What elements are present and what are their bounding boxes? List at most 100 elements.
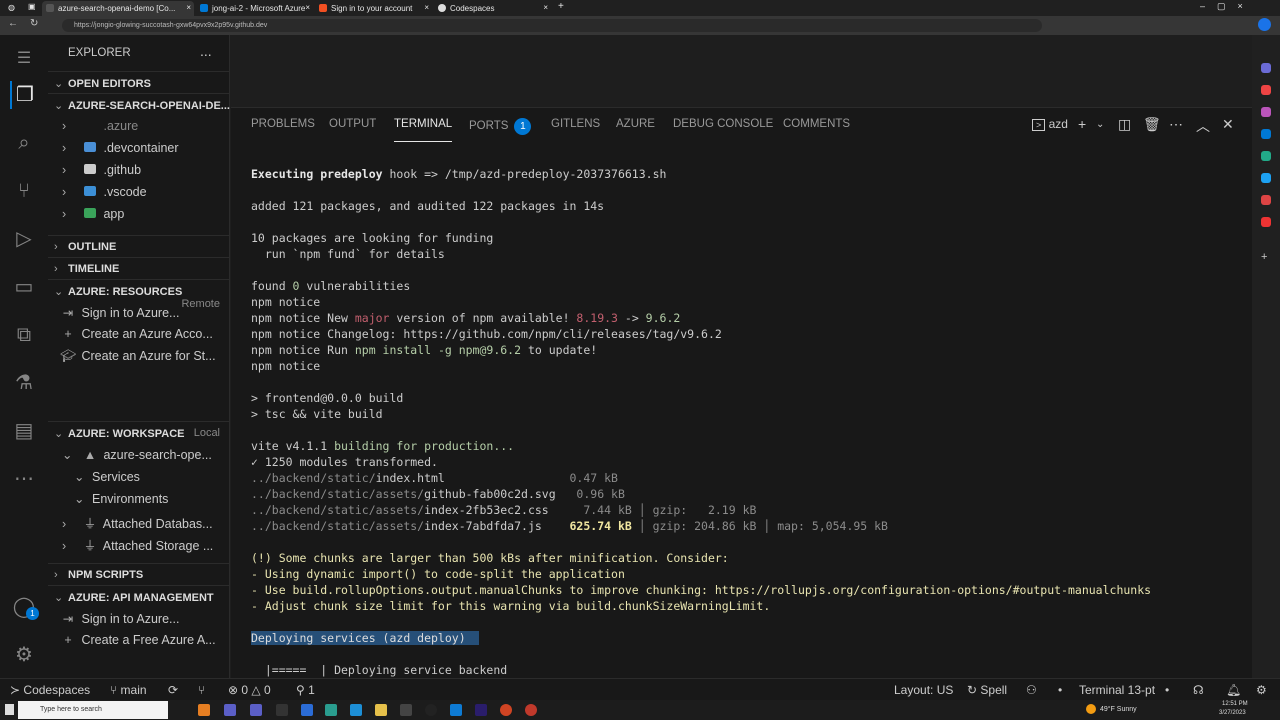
section-outline[interactable]: › OUTLINE: [48, 235, 230, 257]
terminal-app-icon[interactable]: [400, 704, 412, 716]
window-controls[interactable]: –▢×: [1200, 1, 1255, 12]
spell-indicator[interactable]: ↻ Spell: [967, 683, 1007, 697]
browser-tab[interactable]: Sign in to your account ×: [315, 1, 432, 16]
more-actions-icon[interactable]: ⋯: [1169, 116, 1183, 133]
settings-gear-icon[interactable]: ⚙: [1256, 683, 1267, 697]
remote-explorer-icon[interactable]: ▭: [10, 273, 38, 301]
workspaces-icon[interactable]: ◍: [8, 3, 15, 12]
section-azure-workspace[interactable]: ⌄ AZURE: WORKSPACE Local: [48, 421, 230, 443]
split-terminal-icon[interactable]: ◫: [1118, 116, 1131, 133]
clock-time[interactable]: 12:51 PM: [1222, 701, 1248, 707]
app-icon[interactable]: [276, 704, 288, 716]
attached-databases[interactable]: › ⏚ Attached Databas...: [62, 509, 213, 531]
tab-problems[interactable]: PROBLEMS: [251, 118, 315, 142]
trash-icon[interactable]: 🗑︎: [1143, 116, 1161, 133]
new-tab-icon[interactable]: +: [558, 1, 564, 12]
browser-tab[interactable]: azure-search-openai-demo [Co... ×: [42, 1, 194, 16]
extensions-icon[interactable]: ⧉: [10, 321, 38, 349]
workspace-environments[interactable]: ⌄ Environments: [74, 487, 168, 509]
attached-storage[interactable]: › ⏚ Attached Storage ...: [62, 531, 213, 553]
keyboard-layout[interactable]: Layout: US: [894, 683, 953, 697]
tab-output[interactable]: OUTPUT: [329, 118, 376, 142]
section-project[interactable]: ⌄ AZURE-SEARCH-OPENAI-DE...: [48, 93, 230, 115]
more-icon[interactable]: ⋯: [10, 465, 38, 493]
more-actions-button[interactable]: ...: [200, 43, 212, 59]
edge-sidebar-icon[interactable]: [1261, 195, 1271, 205]
apim-sign-in-item[interactable]: ⇥ Sign in to Azure...: [58, 607, 180, 629]
apim-create-account-item[interactable]: + Create a Free Azure A...: [58, 629, 215, 651]
clock-date[interactable]: 3/27/2023: [1219, 710, 1246, 716]
sync-icon[interactable]: ⟳: [168, 683, 178, 697]
tab-ports[interactable]: PORTS 1: [469, 118, 532, 142]
close-panel-icon[interactable]: ✕: [1222, 116, 1234, 133]
search-icon[interactable]: ⌕: [10, 129, 38, 157]
section-open-editors[interactable]: ⌄ OPEN EDITORS: [48, 71, 230, 93]
edge-sidebar-icon[interactable]: [1261, 217, 1271, 227]
tab-comments[interactable]: COMMENTS: [783, 118, 850, 142]
branch-indicator[interactable]: ⑂ main: [110, 683, 147, 697]
ports-indicator[interactable]: ⚲ 1: [296, 683, 315, 697]
word-icon[interactable]: [301, 704, 313, 716]
github-icon[interactable]: [425, 704, 437, 716]
close-tab-icon[interactable]: ×: [543, 3, 548, 12]
workspace-root[interactable]: ⌄ ▲ azure-search-ope...: [62, 443, 212, 465]
tab-azure[interactable]: AZURE: [616, 118, 655, 142]
edge-sidebar-icon[interactable]: [1261, 129, 1271, 139]
edge-sidebar-icon[interactable]: [1261, 63, 1271, 73]
add-icon[interactable]: +: [1261, 251, 1267, 263]
section-timeline[interactable]: › TIMELINE: [48, 257, 230, 279]
accounts-icon[interactable]: ◯ 1: [10, 593, 39, 621]
premiere-icon[interactable]: [475, 704, 487, 716]
browser-tab[interactable]: Codespaces ×: [434, 1, 551, 16]
edge-sidebar-icon[interactable]: [1261, 85, 1271, 95]
close-tab-icon[interactable]: ×: [424, 3, 429, 12]
feedback-icon[interactable]: ☊: [1193, 683, 1204, 697]
menu-icon[interactable]: ☰: [10, 45, 38, 73]
taskbar-search[interactable]: Type here to search: [18, 701, 168, 719]
terminal-selector[interactable]: > azd: [1032, 117, 1068, 131]
notifications-icon[interactable]: 🔔︎: [1226, 683, 1241, 697]
section-api-management[interactable]: ⌄ AZURE: API MANAGEMENT: [48, 585, 230, 607]
section-npm-scripts[interactable]: › NPM SCRIPTS: [48, 563, 230, 585]
sign-in-azure-item[interactable]: ⇥ Sign in to Azure...: [58, 301, 180, 323]
create-azure-students-item[interactable]: 🎓︎ Create an Azure for St...: [58, 345, 216, 367]
create-azure-account-item[interactable]: + Create an Azure Acco...: [58, 323, 212, 345]
explorer-icon[interactable]: ❐: [10, 81, 38, 109]
git-graph-icon[interactable]: ⑂: [198, 683, 205, 697]
url-field[interactable]: https://jongio-glowing-succotash-gxw64pv…: [62, 19, 1042, 32]
testing-icon[interactable]: ⚗: [10, 369, 38, 397]
tab-debug-console[interactable]: DEBUG CONSOLE: [673, 118, 773, 142]
windows-start-icon[interactable]: [5, 704, 14, 715]
source-control-icon[interactable]: ⑂: [10, 177, 38, 205]
new-terminal-icon[interactable]: +: [1078, 116, 1086, 132]
file-tree-item[interactable]: › .devcontainer: [62, 137, 179, 159]
file-tree-item[interactable]: › app: [62, 203, 124, 225]
section-azure-resources[interactable]: ⌄ AZURE: RESOURCES Remote: [48, 279, 230, 310]
app-icon[interactable]: [525, 704, 537, 716]
close-tab-icon[interactable]: ×: [186, 3, 191, 12]
terminal-output[interactable]: Executing predeploy hook => /tmp/azd-pre…: [251, 166, 1151, 678]
weather-label[interactable]: 49°F Sunny: [1100, 706, 1137, 713]
tab-terminal[interactable]: TERMINAL: [394, 118, 453, 142]
bing-icon[interactable]: [1258, 18, 1271, 31]
outlook-icon[interactable]: [198, 704, 210, 716]
maximize-panel-icon[interactable]: ︿: [1196, 116, 1210, 136]
file-tree-item[interactable]: › .github: [62, 159, 141, 181]
manage-gear-icon[interactable]: ⚙: [10, 641, 38, 669]
file-tree-item[interactable]: › .azure: [62, 115, 138, 137]
azure-icon[interactable]: ▤: [10, 417, 38, 445]
tab-actions-icon[interactable]: ▣: [28, 2, 36, 11]
run-debug-icon[interactable]: ▷: [10, 225, 38, 253]
vscode-icon[interactable]: [450, 704, 462, 716]
powerpoint-icon[interactable]: [500, 704, 512, 716]
edge-sidebar-icon[interactable]: [1261, 107, 1271, 117]
file-explorer-icon[interactable]: [375, 704, 387, 716]
tab-gitlens[interactable]: GITLENS: [551, 118, 600, 142]
terminal-font-size[interactable]: Terminal 13-pt: [1079, 683, 1155, 697]
workspace-services[interactable]: ⌄ Services: [74, 465, 140, 487]
teams-icon[interactable]: [224, 704, 236, 716]
remote-indicator[interactable]: ≻ Codespaces: [0, 679, 98, 701]
teams-icon[interactable]: [250, 704, 262, 716]
refresh-icon[interactable]: ↻: [30, 18, 38, 29]
browser-tab[interactable]: jong-ai-2 - Microsoft Azure ×: [196, 1, 313, 16]
